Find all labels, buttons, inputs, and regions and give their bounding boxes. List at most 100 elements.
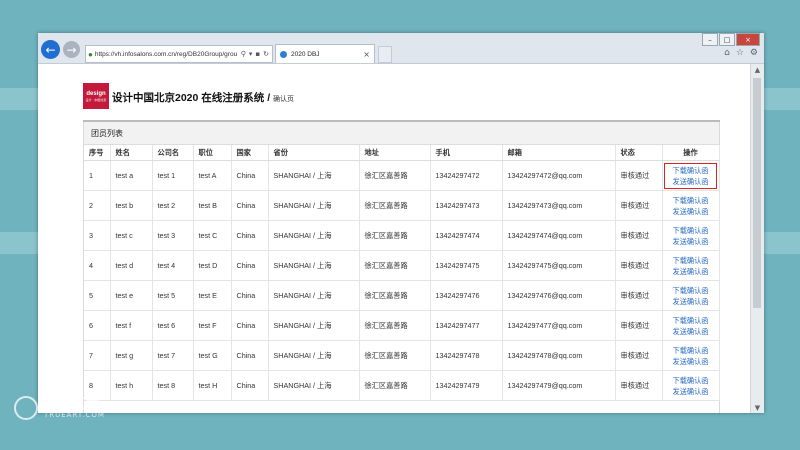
table-row: 3 test c test 3 test C China SHANGHAI / 上海 徐汇区… <box>84 220 720 251</box>
download-confirmation-link[interactable]: 下载确认函 <box>668 345 714 356</box>
cell-no: 6 <box>84 310 111 341</box>
cell-company: test 4 <box>152 250 194 281</box>
cell-country: China <box>231 220 269 251</box>
send-confirmation-link[interactable]: 发送确认函 <box>668 176 714 187</box>
cell-name: test b <box>110 190 153 221</box>
cell-address: 徐汇区嘉善路 <box>359 280 431 311</box>
cell-phone: 13424297478 <box>430 340 503 371</box>
send-confirmation-link[interactable]: 发送确认函 <box>668 386 714 397</box>
vertical-scrollbar[interactable]: ▲ ▼ <box>750 64 764 413</box>
cell-title: test A <box>193 160 232 191</box>
cell-country: China <box>231 340 269 371</box>
cell-country: China <box>231 250 269 281</box>
padlock-icon[interactable]: ▪ <box>255 50 260 58</box>
download-confirmation-link[interactable]: 下载确认函 <box>668 285 714 296</box>
table-row: 2 test b test 2 test B China SHANGHAI / 上海 徐汇区… <box>84 190 720 221</box>
cell-phone: 13424297474 <box>430 220 503 251</box>
member-list-panel: 团员列表 序号 姓名 公司名 职位 国家 省份 地址 手机 邮箱 状态 操作 1 test a test… <box>83 120 720 413</box>
cell-status: 审核通过 <box>615 250 663 281</box>
scroll-down-icon[interactable]: ▼ <box>751 402 764 413</box>
lock-icon: ● <box>88 49 93 59</box>
cell-province: SHANGHAI / 上海 <box>268 280 360 311</box>
cell-title: test H <box>193 370 232 401</box>
download-confirmation-link[interactable]: 下载确认函 <box>668 165 714 176</box>
watermark-text: 典真艺术 <box>44 396 100 412</box>
column-header: 手机 <box>430 145 503 161</box>
table-row: 5 test e test 5 test E China SHANGHAI / 上海 徐汇区… <box>84 280 720 311</box>
address-tools: ⚲ ▾ ▪ ↻ <box>241 50 272 58</box>
send-confirmation-link[interactable]: 发送确认函 <box>668 266 714 277</box>
cell-actions: 下载确认函 发送确认函 <box>662 280 720 311</box>
forward-arrow-icon[interactable]: → <box>63 41 80 58</box>
cell-title: test F <box>193 310 232 341</box>
download-confirmation-link[interactable]: 下载确认函 <box>668 375 714 386</box>
cell-province: SHANGHAI / 上海 <box>268 160 360 191</box>
cell-name: test a <box>110 160 153 191</box>
watermark: 典真艺术 TRUEART.COM <box>14 396 105 420</box>
new-tab-button[interactable] <box>378 46 392 63</box>
cell-phone: 13424297476 <box>430 280 503 311</box>
browser-window: ← → ● https://vh.infosalons.com.cn/reg/D… <box>38 33 764 413</box>
table-row: 1 test a test 1 test A China SHANGHAI / 上海 徐汇区… <box>84 160 720 191</box>
cell-no: 4 <box>84 250 111 281</box>
favorites-star-icon[interactable]: ☆ <box>736 48 744 58</box>
cell-no: 1 <box>84 160 111 191</box>
table-row: 4 test d test 4 test D China SHANGHAI / 上海 徐汇区… <box>84 250 720 281</box>
window-controls: – □ × <box>702 33 760 46</box>
cell-company: test 6 <box>152 310 194 341</box>
cell-no: 7 <box>84 340 111 371</box>
column-header: 邮箱 <box>502 145 616 161</box>
browser-chrome: ← → ● https://vh.infosalons.com.cn/reg/D… <box>38 33 764 64</box>
settings-gear-icon[interactable]: ⚙ <box>750 48 758 58</box>
column-header: 公司名 <box>152 145 194 161</box>
column-header: 姓名 <box>110 145 153 161</box>
scroll-up-icon[interactable]: ▲ <box>751 64 764 75</box>
cell-actions: 下载确认函 发送确认函 <box>662 370 720 401</box>
send-confirmation-link[interactable]: 发送确认函 <box>668 296 714 307</box>
close-tab-icon[interactable]: × <box>363 50 370 59</box>
minimize-icon[interactable]: – <box>702 33 718 46</box>
home-icon[interactable]: ⌂ <box>724 48 730 58</box>
cell-name: test f <box>110 310 153 341</box>
send-confirmation-link[interactable]: 发送确认函 <box>668 356 714 367</box>
download-confirmation-link[interactable]: 下载确认函 <box>668 255 714 266</box>
scroll-thumb[interactable] <box>753 78 761 308</box>
cell-province: SHANGHAI / 上海 <box>268 310 360 341</box>
design-logo: design 设计 · 中国北京 <box>83 83 109 109</box>
cell-phone: 13424297477 <box>430 310 503 341</box>
download-confirmation-link[interactable]: 下载确认函 <box>668 315 714 326</box>
cell-address: 徐汇区嘉善路 <box>359 370 431 401</box>
cell-country: China <box>231 310 269 341</box>
cell-phone: 13424297475 <box>430 250 503 281</box>
send-confirmation-link[interactable]: 发送确认函 <box>668 206 714 217</box>
download-confirmation-link[interactable]: 下载确认函 <box>668 225 714 236</box>
page-title-text: 设计中国北京2020 在线注册系统 / <box>112 92 274 104</box>
search-icon[interactable]: ⚲ <box>241 50 246 58</box>
close-window-icon[interactable]: × <box>736 33 760 46</box>
cell-phone: 13424297472 <box>430 160 503 191</box>
table-row: 8 test h test 8 test H China SHANGHAI / 上海 徐汇区… <box>84 370 720 401</box>
back-arrow-icon[interactable]: ← <box>41 40 60 59</box>
cell-country: China <box>231 370 269 401</box>
cell-title: test E <box>193 280 232 311</box>
maximize-icon[interactable]: □ <box>719 33 735 46</box>
send-confirmation-link[interactable]: 发送确认函 <box>668 236 714 247</box>
column-header: 序号 <box>84 145 111 161</box>
refresh-icon[interactable]: ↻ <box>263 50 269 58</box>
cell-company: test 8 <box>152 370 194 401</box>
cell-actions: 下载确认函 发送确认函 <box>662 160 720 191</box>
cell-phone: 13424297473 <box>430 190 503 221</box>
cell-email: 13424297474@qq.com <box>502 220 616 251</box>
address-url: https://vh.infosalons.com.cn/reg/DB20Gro… <box>94 50 238 58</box>
dropdown-icon[interactable]: ▾ <box>249 50 253 58</box>
tab-dbj[interactable]: 2020 DBJ × <box>275 44 375 63</box>
cell-phone: 13424297479 <box>430 370 503 401</box>
column-header: 地址 <box>359 145 431 161</box>
cell-company: test 1 <box>152 160 194 191</box>
cell-actions: 下载确认函 发送确认函 <box>662 190 720 221</box>
download-confirmation-link[interactable]: 下载确认函 <box>668 195 714 206</box>
address-bar[interactable]: ● https://vh.infosalons.com.cn/reg/DB20G… <box>85 45 273 63</box>
send-confirmation-link[interactable]: 发送确认函 <box>668 326 714 337</box>
logo-subtext: 设计 · 中国北京 <box>85 97 107 102</box>
cell-no: 5 <box>84 280 111 311</box>
